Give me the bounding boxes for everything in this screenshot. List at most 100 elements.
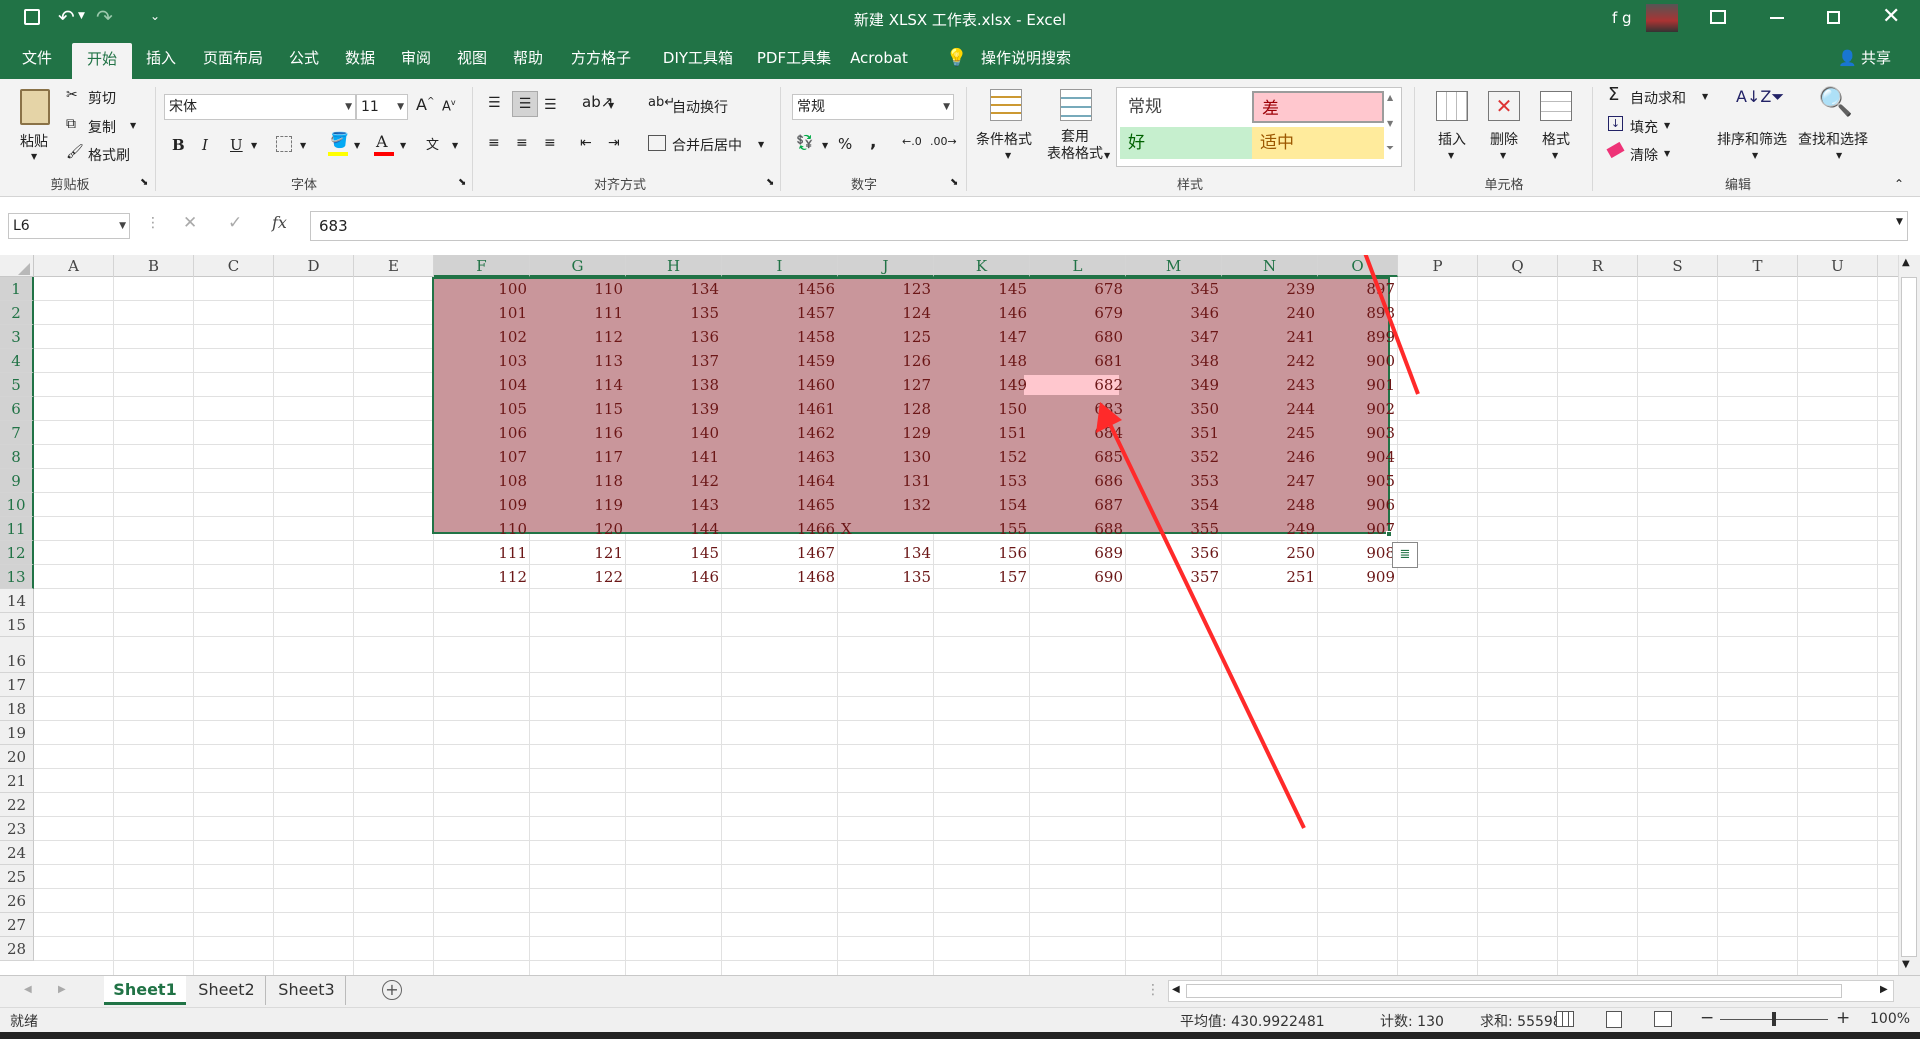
paste-button-label[interactable]: 粘贴 bbox=[20, 131, 48, 151]
phonetic-dropdown-icon[interactable]: ▼ bbox=[452, 141, 458, 150]
underline-button[interactable]: U bbox=[230, 136, 243, 154]
font-color-dropdown-icon[interactable]: ▼ bbox=[400, 141, 406, 150]
status-average[interactable]: 平均值: 430.9922481 bbox=[1180, 1011, 1325, 1031]
orientation-dropdown-icon[interactable]: ▼ bbox=[608, 101, 614, 110]
fill-color-dropdown-icon[interactable]: ▼ bbox=[354, 141, 360, 150]
collapse-ribbon-icon[interactable]: ⌃ bbox=[1894, 177, 1904, 191]
user-name[interactable]: f g bbox=[1612, 9, 1632, 27]
underline-dropdown-icon[interactable]: ▼ bbox=[251, 141, 257, 150]
sheet-tab-sheet3[interactable]: Sheet3 bbox=[268, 976, 346, 1005]
ribbon-display-icon[interactable] bbox=[1710, 10, 1726, 24]
hscroll-left-icon[interactable]: ◀ bbox=[1172, 984, 1180, 995]
copy-dropdown-icon[interactable]: ▼ bbox=[130, 121, 136, 130]
font-color-icon[interactable]: A bbox=[376, 132, 388, 151]
conditional-format-button[interactable]: 条件格式 bbox=[976, 129, 1032, 149]
hscroll-right-icon[interactable]: ▶ bbox=[1880, 984, 1888, 995]
add-sheet-icon[interactable]: + bbox=[382, 980, 402, 1000]
tab-data[interactable]: 数据 bbox=[336, 37, 384, 79]
fill-button[interactable]: 填充 bbox=[1630, 117, 1658, 137]
insert-dropdown-icon[interactable]: ▼ bbox=[1448, 151, 1454, 160]
horizontal-scroll-thumb[interactable] bbox=[1186, 984, 1842, 998]
insert-cells-button[interactable]: 插入 bbox=[1438, 129, 1466, 149]
percent-icon[interactable]: % bbox=[838, 135, 852, 153]
fill-dropdown-icon[interactable]: ▼ bbox=[1664, 121, 1670, 130]
sheet-tab-sheet1[interactable]: Sheet1 bbox=[104, 976, 186, 1005]
normal-view-icon[interactable] bbox=[1556, 1011, 1574, 1027]
status-sum[interactable]: 求和: 55598 bbox=[1480, 1011, 1562, 1031]
conditional-format-icon[interactable] bbox=[990, 89, 1022, 121]
increase-decimal-icon[interactable]: ←.0 bbox=[902, 135, 922, 148]
gallery-scroll-up-icon[interactable]: ▲ bbox=[1387, 93, 1393, 102]
font-name-combo[interactable]: 宋体 ▼ bbox=[164, 94, 356, 120]
zoom-out-icon[interactable]: − bbox=[1700, 1008, 1714, 1028]
clipboard-launcher-icon[interactable]: ⬊ bbox=[140, 177, 148, 188]
find-dropdown-icon[interactable]: ▼ bbox=[1836, 151, 1842, 160]
autosum-button[interactable]: 自动求和 bbox=[1630, 88, 1686, 108]
close-icon[interactable]: ✕ bbox=[1882, 4, 1900, 29]
currency-icon[interactable]: 💱 bbox=[796, 135, 813, 151]
style-neutral[interactable]: 适中 bbox=[1252, 127, 1384, 159]
tab-file[interactable]: 文件 bbox=[12, 37, 62, 79]
tab-pdf-tools[interactable]: PDF工具集 bbox=[752, 37, 836, 79]
format-dropdown-icon[interactable]: ▼ bbox=[1552, 151, 1558, 160]
number-launcher-icon[interactable]: ⬊ bbox=[950, 177, 958, 188]
tab-acrobat[interactable]: Acrobat bbox=[846, 37, 912, 79]
insert-function-icon[interactable]: fx bbox=[272, 213, 287, 232]
align-top-icon[interactable]: ☰ bbox=[488, 95, 501, 111]
bold-button[interactable]: B bbox=[172, 136, 185, 154]
font-launcher-icon[interactable]: ⬊ bbox=[458, 177, 466, 188]
cut-icon[interactable]: ✂ bbox=[66, 87, 78, 103]
align-right-icon[interactable]: ≡ bbox=[544, 135, 556, 151]
decrease-decimal-icon[interactable]: .00→ bbox=[930, 135, 957, 148]
format-painter-icon[interactable]: 🖌 bbox=[66, 144, 84, 160]
shrink-font-icon[interactable]: Av bbox=[442, 98, 456, 114]
share-button[interactable]: 共享 bbox=[1856, 37, 1896, 79]
sheet-scroll-left-icon[interactable]: ◀ bbox=[24, 984, 32, 995]
cancel-entry-icon[interactable]: ✕ bbox=[183, 213, 197, 233]
sheet-scroll-right-icon[interactable]: ▶ bbox=[58, 984, 66, 995]
page-layout-view-icon[interactable] bbox=[1606, 1011, 1622, 1028]
restore-icon[interactable] bbox=[1827, 11, 1840, 24]
delete-dropdown-icon[interactable]: ▼ bbox=[1500, 151, 1506, 160]
delete-cells-button[interactable]: 删除 bbox=[1490, 129, 1518, 149]
lightbulb-icon[interactable]: 💡 bbox=[946, 48, 967, 68]
confirm-entry-icon[interactable]: ✓ bbox=[228, 213, 242, 233]
tab-help[interactable]: 帮助 bbox=[504, 37, 552, 79]
tab-formulas[interactable]: 公式 bbox=[280, 37, 328, 79]
style-bad[interactable]: 差 bbox=[1252, 91, 1384, 123]
tab-insert[interactable]: 插入 bbox=[136, 37, 186, 79]
tab-fangfang[interactable]: 方方格子 bbox=[560, 37, 642, 79]
table-format-dropdown-icon[interactable]: ▼ bbox=[1104, 151, 1110, 160]
table-format-button[interactable]: 套用 表格格式 bbox=[1042, 129, 1108, 163]
table-format-icon[interactable] bbox=[1060, 89, 1092, 121]
merge-dropdown-icon[interactable]: ▼ bbox=[758, 140, 764, 149]
paste-icon[interactable] bbox=[20, 89, 50, 125]
clear-button[interactable]: 清除 bbox=[1630, 145, 1658, 165]
eraser-icon[interactable] bbox=[1606, 141, 1625, 159]
delete-cells-icon[interactable]: ✕ bbox=[1488, 91, 1520, 121]
grow-font-icon[interactable]: A^ bbox=[416, 95, 435, 114]
autosum-dropdown-icon[interactable]: ▼ bbox=[1702, 92, 1708, 101]
fill-icon[interactable]: ↓ bbox=[1608, 116, 1623, 131]
format-cells-button[interactable]: 格式 bbox=[1542, 129, 1570, 149]
style-good[interactable]: 好 bbox=[1120, 127, 1252, 159]
phonetic-icon[interactable]: 文 bbox=[426, 134, 439, 153]
zoom-level[interactable]: 100% bbox=[1870, 1011, 1910, 1027]
align-center-icon[interactable]: ≡ bbox=[516, 135, 528, 151]
find-select-icon[interactable]: 🔍 bbox=[1818, 85, 1853, 118]
merge-center-icon[interactable] bbox=[648, 135, 666, 151]
expand-formula-icon[interactable]: ▼ bbox=[1896, 217, 1903, 227]
borders-dropdown-icon[interactable]: ▼ bbox=[300, 141, 306, 150]
align-middle-icon[interactable]: ☰ bbox=[512, 91, 538, 117]
formula-input[interactable]: 683 bbox=[310, 211, 1908, 241]
currency-dropdown-icon[interactable]: ▼ bbox=[822, 141, 828, 150]
cond-format-dropdown-icon[interactable]: ▼ bbox=[1005, 151, 1011, 160]
clear-dropdown-icon[interactable]: ▼ bbox=[1664, 149, 1670, 158]
style-normal[interactable]: 常规 bbox=[1120, 91, 1252, 123]
wrap-text-button[interactable]: 自动换行 bbox=[672, 97, 728, 117]
minimize-icon[interactable] bbox=[1770, 17, 1784, 19]
zoom-in-icon[interactable]: + bbox=[1836, 1008, 1850, 1028]
tab-review[interactable]: 审阅 bbox=[392, 37, 440, 79]
tab-page-layout[interactable]: 页面布局 bbox=[194, 37, 272, 79]
find-select-button[interactable]: 查找和选择 bbox=[1798, 129, 1868, 149]
